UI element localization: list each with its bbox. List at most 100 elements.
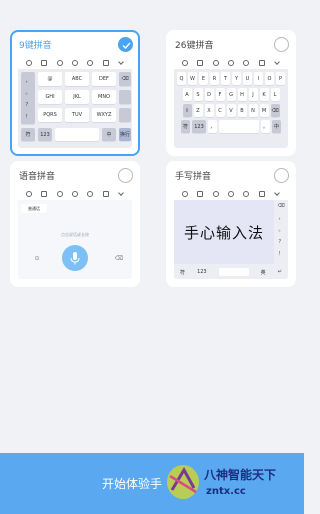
key: P xyxy=(276,72,285,85)
side-key: ， xyxy=(278,215,284,221)
comma-key: ， xyxy=(208,120,217,133)
key: D xyxy=(204,88,214,101)
side-key: ！ xyxy=(278,251,284,257)
radio-button[interactable] xyxy=(118,168,133,183)
emoji-icon xyxy=(181,191,188,197)
space-key xyxy=(219,120,259,133)
option-title: 9键拼音 xyxy=(19,41,52,51)
key-row-3: ⇧ Z X C V B N M ⌫ xyxy=(174,104,288,117)
key: W xyxy=(188,72,197,85)
key: ABC xyxy=(65,72,89,86)
keyboard-toolbar xyxy=(174,188,288,200)
radio-button[interactable] xyxy=(274,37,289,52)
lang-key: 中 xyxy=(272,120,281,133)
enter-key: ↵ xyxy=(277,269,282,275)
key: G xyxy=(226,88,236,101)
chevron-down-icon xyxy=(274,60,280,66)
key: E xyxy=(199,72,208,85)
key: V xyxy=(226,104,236,117)
keyboard-option-9key[interactable]: 9键拼音 ， 。 ？ ！ @ ABC DEF ⌫ GHI JKL MNO PQR… xyxy=(10,30,140,156)
punct-column: ， 。 ？ ！ xyxy=(21,72,35,124)
mic-icon xyxy=(87,60,94,66)
chevron-down-icon xyxy=(274,191,280,197)
clipboard-icon xyxy=(197,191,204,197)
mic-icon xyxy=(243,60,250,66)
key: I xyxy=(254,72,263,85)
symbol-key: 符 xyxy=(21,128,35,141)
keyboard-option-voice[interactable]: 语音拼音 普通话 点击说话或长按 ⊙ ⌫ xyxy=(10,161,140,287)
voice-left-icon: ⊙ xyxy=(34,254,40,262)
key: T xyxy=(221,72,230,85)
key-row-1: Q W E R T Y U I O P xyxy=(174,72,288,85)
lang-key: 中 xyxy=(102,128,116,141)
handwriting-side-keys: ⌫ ， 。 ？ ！ xyxy=(274,200,288,264)
number-key: 123 xyxy=(197,269,207,275)
key: U xyxy=(243,72,252,85)
mic-icon xyxy=(243,191,250,197)
settings-icon xyxy=(258,60,265,66)
backspace-icon: ⌫ xyxy=(114,254,124,262)
backspace-icon: ⌫ xyxy=(119,72,131,86)
lang-key: 英 xyxy=(260,269,266,276)
key: DEF xyxy=(92,72,116,86)
key: J xyxy=(248,88,258,101)
smile-icon xyxy=(56,191,63,197)
sticker-icon xyxy=(71,60,78,66)
key: PQRS xyxy=(38,108,62,122)
key: O xyxy=(265,72,274,85)
chevron-down-icon xyxy=(118,60,124,66)
key: X xyxy=(204,104,214,117)
handwriting-bottom-row: 符 123 英 ↵ xyxy=(174,265,288,279)
option-title: 手写拼音 xyxy=(175,172,212,182)
key: WXYZ xyxy=(92,108,116,122)
clipboard-icon xyxy=(41,60,48,66)
key: TUV xyxy=(65,108,89,122)
key: GHI xyxy=(38,90,62,104)
keyboard-toolbar xyxy=(174,57,288,69)
key-row-2: A S D F G H J K L xyxy=(174,88,288,101)
keyboard-option-26key[interactable]: 26键拼音 Q W E R T Y U I O P A S D F G H J … xyxy=(166,30,296,156)
handwriting-pad: 手心输入法 xyxy=(174,200,274,264)
radio-button[interactable] xyxy=(274,168,289,183)
key: MNO xyxy=(92,90,116,104)
keyboard-toolbar xyxy=(18,57,132,69)
selected-check-icon[interactable] xyxy=(118,37,133,52)
handwriting-sample: 手心输入法 xyxy=(183,223,264,242)
key: Z xyxy=(193,104,203,117)
blank-key xyxy=(119,108,131,122)
shift-icon: ⇧ xyxy=(182,104,192,117)
smile-icon xyxy=(212,191,219,197)
watermark-emblem-icon xyxy=(167,465,199,499)
emoji-icon xyxy=(25,191,32,197)
period-key: 。 xyxy=(261,120,270,133)
space-key xyxy=(218,268,249,276)
key: @ xyxy=(38,72,62,86)
key: F xyxy=(215,88,225,101)
smile-icon xyxy=(56,60,63,66)
key: A xyxy=(182,88,192,101)
reset-key xyxy=(119,90,131,104)
sticker-icon xyxy=(71,191,78,197)
keyboard-preview-9key: ， 。 ？ ！ @ ABC DEF ⌫ GHI JKL MNO PQRS TUV… xyxy=(18,57,132,148)
space-key xyxy=(55,128,99,141)
number-key: 123 xyxy=(38,128,52,141)
settings-icon xyxy=(102,60,109,66)
key-row-4: 符 123 ， 。 中 xyxy=(174,120,288,133)
start-button-label: 开始体验手 xyxy=(101,477,162,491)
option-title: 语音拼音 xyxy=(19,172,56,182)
watermark-text: 八神智能天下 xyxy=(204,468,277,482)
keyboard-toolbar xyxy=(18,188,132,200)
chevron-down-icon xyxy=(118,191,124,197)
enter-key: 换行 xyxy=(119,128,131,141)
key: Q xyxy=(177,72,186,85)
key: JKL xyxy=(65,90,89,104)
sticker-icon xyxy=(227,191,234,197)
side-key: ？ xyxy=(278,239,284,245)
key: L xyxy=(270,88,280,101)
sticker-icon xyxy=(227,60,234,66)
emoji-icon xyxy=(25,60,32,66)
key: S xyxy=(193,88,203,101)
watermark-logo: 八神智能天下 zntx.cc xyxy=(164,462,294,504)
keyboard-option-handwriting[interactable]: 手写拼音 手心输入法 ⌫ ， 。 ？ ！ 符 123 英 ↵ xyxy=(166,161,296,287)
smile-icon xyxy=(212,60,219,66)
